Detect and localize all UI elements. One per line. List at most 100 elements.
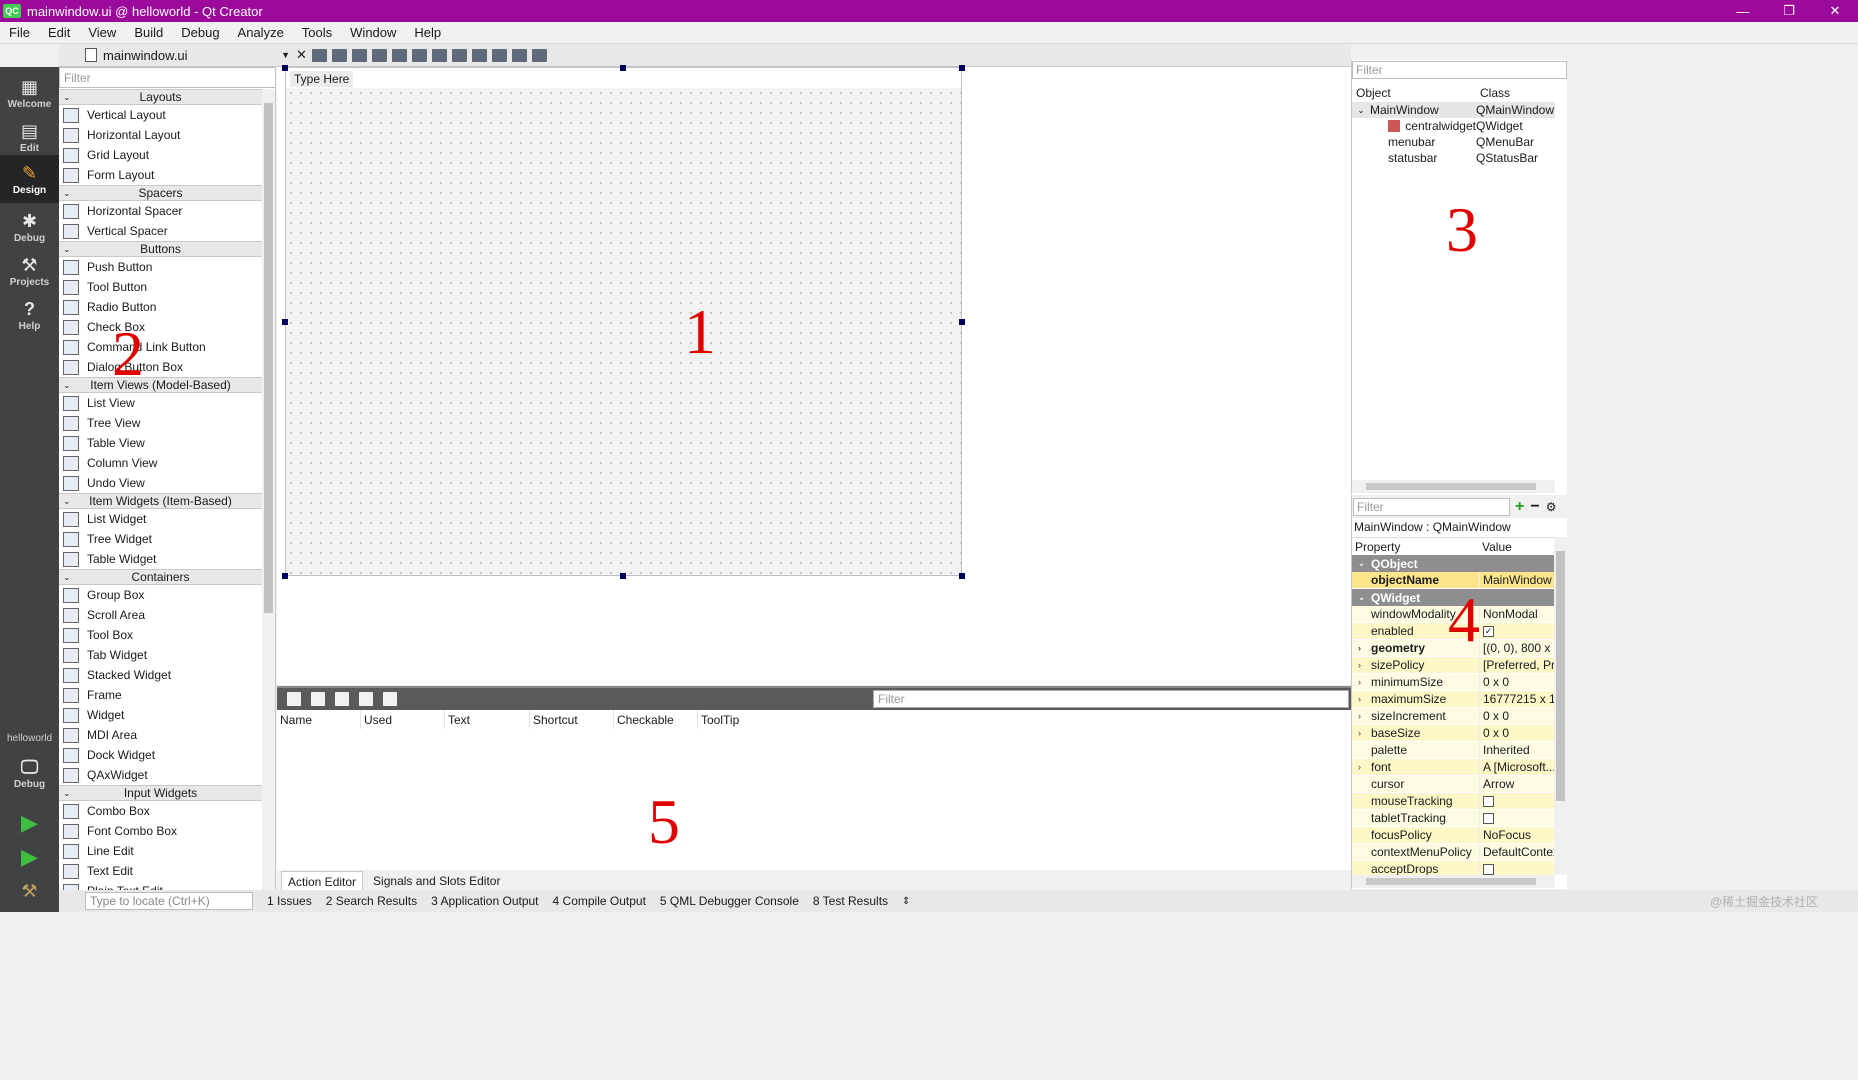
up-down-arrow-icon[interactable]: ⇕: [902, 896, 910, 907]
remove-dynamic-property-icon[interactable]: −: [1530, 498, 1539, 516]
paste-action-icon[interactable]: [335, 692, 349, 706]
widget-item[interactable]: Tool Button: [59, 277, 262, 297]
column-header[interactable]: Used: [361, 710, 445, 729]
widget-item[interactable]: Line Edit: [59, 841, 262, 861]
edit-tab-order-icon[interactable]: [371, 48, 387, 62]
close-button[interactable]: ✕: [1812, 0, 1858, 22]
widget-item[interactable]: Undo View: [59, 473, 262, 493]
widget-item[interactable]: Form Layout: [59, 165, 262, 185]
chevron-right-icon[interactable]: ›: [1358, 711, 1361, 721]
widget-item[interactable]: Push Button: [59, 257, 262, 277]
pane-issues[interactable]: 1 Issues: [267, 894, 312, 908]
property-row[interactable]: › sizeIncrement 0 x 0: [1352, 708, 1555, 725]
property-value[interactable]: 0 x 0: [1483, 675, 1509, 689]
chevron-right-icon[interactable]: ›: [1358, 677, 1361, 687]
minimize-button[interactable]: —: [1720, 0, 1766, 22]
property-row[interactable]: contextMenuPolicy DefaultContex...: [1352, 844, 1555, 861]
property-value[interactable]: 0 x 0: [1483, 709, 1509, 723]
property-value[interactable]: DefaultContex...: [1483, 845, 1555, 859]
property-checkbox[interactable]: [1483, 812, 1494, 824]
layout-vertical-icon[interactable]: [411, 48, 427, 62]
widget-item[interactable]: Dialog Button Box: [59, 357, 262, 377]
widget-item[interactable]: Tree View: [59, 413, 262, 433]
widget-item[interactable]: Radio Button: [59, 297, 262, 317]
widget-category-header[interactable]: ⌄ Item Views (Model-Based): [59, 377, 262, 393]
widget-item[interactable]: Vertical Layout: [59, 105, 262, 125]
layout-splitter-h-icon[interactable]: [431, 48, 447, 62]
build-button[interactable]: ⚒: [0, 873, 59, 909]
widget-category-header[interactable]: ⌄ Containers: [59, 569, 262, 585]
widget-item[interactable]: Horizontal Spacer: [59, 201, 262, 221]
layout-form-icon[interactable]: [491, 48, 507, 62]
column-header[interactable]: Object: [1352, 84, 1476, 102]
widget-item[interactable]: Grid Layout: [59, 145, 262, 165]
widget-item[interactable]: Tree Widget: [59, 529, 262, 549]
property-value[interactable]: [(0, 0), 800 x 6...: [1483, 641, 1555, 655]
tab-signals-slots-editor[interactable]: Signals and Slots Editor: [367, 871, 506, 891]
widget-item[interactable]: Combo Box: [59, 801, 262, 821]
layout-grid-icon[interactable]: [471, 48, 487, 62]
widget-category-header[interactable]: ⌄ Layouts: [59, 89, 262, 105]
pane-qml-debugger-console[interactable]: 5 QML Debugger Console: [660, 894, 799, 908]
column-header[interactable]: Class: [1476, 84, 1555, 102]
pane-test-results[interactable]: 8 Test Results: [813, 894, 888, 908]
chevron-right-icon[interactable]: ›: [1358, 728, 1361, 738]
configure-icon[interactable]: [383, 692, 397, 706]
layout-horizontal-icon[interactable]: [391, 48, 407, 62]
property-row[interactable]: › sizePolicy [Preferred, Pr...: [1352, 657, 1555, 674]
debug-run-button[interactable]: ▶: [0, 839, 59, 875]
widget-item[interactable]: Dock Widget: [59, 745, 262, 765]
type-here-menu[interactable]: Type Here: [290, 71, 354, 87]
chevron-right-icon[interactable]: ›: [1358, 762, 1361, 772]
resize-handle[interactable]: [959, 65, 965, 71]
resize-handle[interactable]: [959, 573, 965, 579]
column-header[interactable]: ToolTip: [698, 710, 818, 729]
widget-item[interactable]: Check Box: [59, 317, 262, 337]
tree-row[interactable]: ⌄ MainWindow QMainWindow: [1352, 102, 1555, 118]
property-checkbox[interactable]: [1483, 863, 1494, 875]
widget-item[interactable]: Group Box: [59, 585, 262, 605]
widget-item[interactable]: Text Edit: [59, 861, 262, 881]
widget-item[interactable]: Horizontal Layout: [59, 125, 262, 145]
main-window-form[interactable]: Type Here: [285, 67, 962, 576]
widget-item[interactable]: Table Widget: [59, 549, 262, 569]
delete-action-icon[interactable]: [359, 692, 373, 706]
property-row[interactable]: › font A [Microsoft...: [1352, 759, 1555, 776]
property-value[interactable]: NonModal: [1483, 607, 1538, 621]
property-row[interactable]: › baseSize 0 x 0: [1352, 725, 1555, 742]
tree-row[interactable]: centralwidget QWidget: [1352, 118, 1555, 134]
property-value[interactable]: A [Microsoft...: [1483, 760, 1555, 774]
column-header[interactable]: Name: [277, 710, 361, 729]
action-filter-input[interactable]: Filter: [873, 690, 1349, 708]
property-filter-input[interactable]: Filter: [1353, 498, 1510, 516]
pane-search-results[interactable]: 2 Search Results: [326, 894, 417, 908]
object-filter-input[interactable]: Filter: [1352, 61, 1567, 79]
widget-item[interactable]: Widget: [59, 705, 262, 725]
tab-action-editor[interactable]: Action Editor: [281, 871, 364, 891]
chevron-down-icon[interactable]: ⌄: [1352, 105, 1370, 116]
property-value[interactable]: MainWindow: [1483, 573, 1552, 587]
resize-handle[interactable]: [282, 65, 288, 71]
property-value[interactable]: NoFocus: [1483, 828, 1531, 842]
widget-category-header[interactable]: ⌄ Spacers: [59, 185, 262, 201]
property-value[interactable]: 16777215 x 1...: [1483, 692, 1555, 706]
add-dynamic-property-icon[interactable]: +: [1515, 498, 1524, 516]
menu-tools[interactable]: Tools: [293, 25, 341, 40]
property-checkbox[interactable]: ✓: [1483, 625, 1494, 637]
adjust-size-icon[interactable]: [531, 48, 547, 62]
property-row[interactable]: palette Inherited: [1352, 742, 1555, 759]
widget-category-header[interactable]: ⌄ Item Widgets (Item-Based): [59, 493, 262, 509]
configure-icon[interactable]: ⚙: [1546, 500, 1557, 514]
widget-category-header[interactable]: ⌄ Buttons: [59, 241, 262, 257]
break-layout-icon[interactable]: [511, 48, 527, 62]
widget-item[interactable]: List View: [59, 393, 262, 413]
object-inspector-hscrollbar[interactable]: [1352, 480, 1555, 493]
column-header[interactable]: Shortcut: [530, 710, 614, 729]
property-value[interactable]: Arrow: [1483, 777, 1514, 791]
copy-action-icon[interactable]: [311, 692, 325, 706]
chevron-right-icon[interactable]: ›: [1358, 643, 1361, 653]
widget-filter-input[interactable]: Filter: [59, 67, 275, 88]
mode-help[interactable]: ? Help: [0, 289, 59, 341]
widget-item[interactable]: Font Combo Box: [59, 821, 262, 841]
property-value[interactable]: 0 x 0: [1483, 726, 1509, 740]
